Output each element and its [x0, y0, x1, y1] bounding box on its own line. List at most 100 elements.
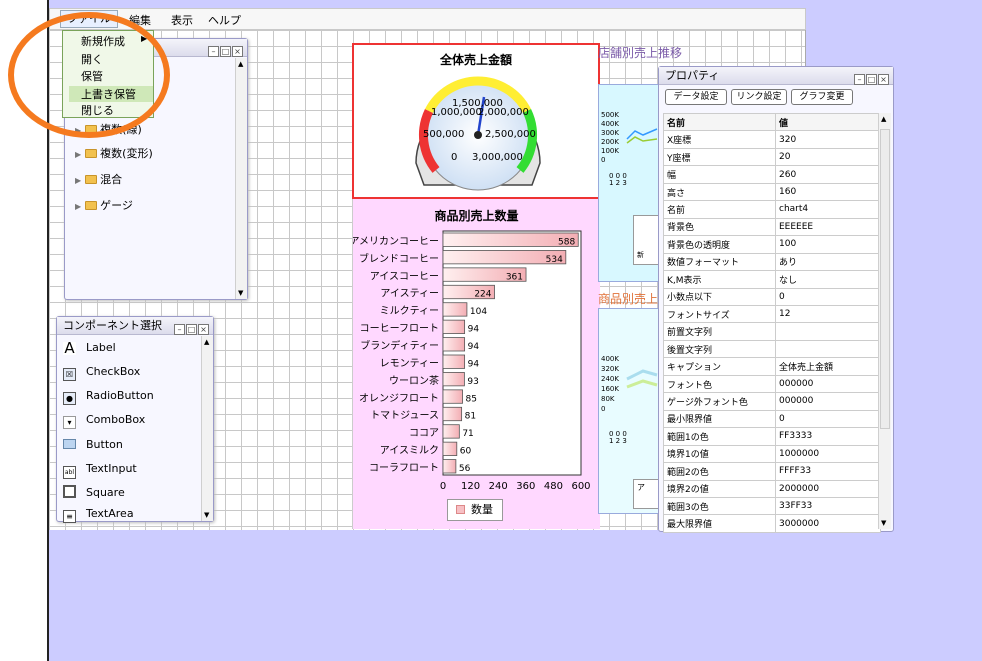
menu-view[interactable]: 表示 [171, 12, 193, 28]
property-value[interactable]: 12 [775, 304, 881, 324]
property-row[interactable]: 最小限界値 0 [663, 409, 881, 429]
property-row[interactable]: ゲージ外フォント色 000000 [663, 392, 881, 411]
property-value[interactable]: 260 [775, 165, 881, 184]
component-textarea[interactable]: ≡ TextArea [63, 507, 134, 525]
change-graph-button[interactable]: グラフ変更 [791, 89, 853, 105]
component-checkbox[interactable]: ☒ CheckBox [63, 365, 140, 383]
property-value[interactable]: なし [775, 270, 881, 289]
property-value[interactable]: 1000000 [775, 444, 881, 464]
restore-icon[interactable]: □ [866, 74, 877, 85]
data-settings-button[interactable]: データ設定 [665, 89, 727, 105]
menu-item-open[interactable]: 開く [81, 51, 103, 67]
property-value[interactable]: 320 [775, 130, 881, 149]
component-label[interactable]: A Label [63, 341, 116, 359]
property-value[interactable]: FF3333 [775, 427, 881, 446]
menu-help[interactable]: ヘルプ [208, 12, 241, 28]
property-row[interactable]: 数値フォーマット あり [663, 252, 881, 272]
property-row[interactable]: 名前 chart4 [663, 200, 881, 219]
property-row[interactable]: 高さ 160 [663, 182, 881, 202]
menu-edit[interactable]: 編集 [129, 12, 151, 28]
property-row[interactable]: 最大限界値 3000000 [663, 514, 881, 533]
property-row[interactable]: 範囲1の色 FF3333 [663, 427, 881, 446]
property-value[interactable]: 000000 [775, 392, 881, 411]
property-value[interactable]: 3000000 [775, 514, 881, 533]
property-row[interactable]: フォント色 000000 [663, 374, 881, 394]
close-icon[interactable]: × [198, 324, 209, 335]
tree-item-mixed[interactable]: ▶ 混合 [75, 171, 122, 187]
link-settings-button[interactable]: リンク設定 [731, 89, 787, 105]
property-row[interactable]: 小数点以下 0 [663, 287, 881, 306]
menu-item-close[interactable]: 閉じる [81, 102, 114, 118]
component-button[interactable]: Button [63, 438, 123, 456]
bar-chart[interactable]: 商品別売上数量 アメリカンコーヒー 588 ブレンドコーヒー 534 アイスコーヒー 36… [352, 199, 600, 529]
menu-item-save[interactable]: 保管 [81, 68, 103, 84]
component-combobox[interactable]: ▾ ComboBox [63, 413, 145, 431]
expand-arrow-icon[interactable]: ▶ [75, 202, 81, 211]
property-value[interactable] [775, 339, 881, 359]
restore-icon[interactable]: □ [220, 46, 231, 57]
property-value[interactable]: chart4 [775, 200, 881, 219]
component-radiobutton[interactable]: ● RadioButton [63, 389, 154, 407]
property-value[interactable] [775, 322, 881, 341]
scroll-up-icon[interactable]: ▲ [204, 338, 209, 346]
expand-arrow-icon[interactable]: ▶ [75, 176, 81, 185]
menu-item-new[interactable]: 新規作成 ▶ [81, 33, 147, 49]
component-scrollbar[interactable]: ▲ ▼ [201, 336, 213, 521]
property-value[interactable]: EEEEEE [775, 217, 881, 237]
property-value[interactable]: 160 [775, 182, 881, 202]
property-row[interactable]: 範囲2の色 FFFF33 [663, 462, 881, 481]
property-row[interactable]: K,M表示 なし [663, 270, 881, 289]
property-value[interactable]: 0 [775, 409, 881, 429]
component-textinput[interactable]: abl TextInput [63, 462, 137, 480]
minimize-icon[interactable]: – [174, 324, 185, 335]
property-row[interactable]: キャプション 全体売上金額 [663, 357, 881, 376]
restore-icon[interactable]: □ [186, 324, 197, 335]
property-row[interactable]: 境界2の値 2000000 [663, 479, 881, 498]
scroll-thumb[interactable] [880, 129, 890, 429]
tree-item-multi-variant[interactable]: ▶ 複数(変形) [75, 145, 153, 161]
property-name: 小数点以下 [663, 287, 776, 306]
property-row[interactable]: 範囲3の色 33FF33 [663, 496, 881, 516]
scroll-down-icon[interactable]: ▼ [238, 289, 243, 297]
property-value[interactable]: 000000 [775, 374, 881, 394]
component-square[interactable]: Square [63, 485, 125, 503]
value-label: 224 [474, 290, 491, 300]
property-value[interactable]: 0 [775, 287, 881, 306]
property-value[interactable]: 33FF33 [775, 496, 881, 516]
menu-file[interactable]: ファイル [60, 10, 118, 28]
minimize-icon[interactable]: – [854, 74, 865, 85]
property-value[interactable]: 100 [775, 235, 881, 254]
properties-panel: プロパティ – □ × データ設定 リンク設定 グラフ変更 名前 値 X座標 320 Y… [658, 66, 894, 533]
property-value[interactable]: FFFF33 [775, 462, 881, 481]
expand-arrow-icon[interactable]: ▶ [75, 150, 81, 159]
property-row[interactable]: 前置文字列 [663, 322, 881, 341]
property-row[interactable]: 境界1の値 1000000 [663, 444, 881, 464]
properties-scrollbar[interactable]: ▲ ▼ [878, 113, 891, 529]
property-value[interactable]: 全体売上金額 [775, 357, 881, 376]
property-row[interactable]: 後置文字列 [663, 339, 881, 359]
scroll-down-icon[interactable]: ▼ [881, 519, 886, 527]
menu-item-overwrite-save[interactable]: 上書き保管 [69, 86, 153, 102]
scroll-up-icon[interactable]: ▲ [881, 115, 886, 123]
minimize-icon[interactable]: – [208, 46, 219, 57]
close-icon[interactable]: × [878, 74, 889, 85]
property-row[interactable]: 背景色 EEEEEE [663, 217, 881, 237]
store-trend-chart[interactable]: 500K 400K 300K 200K 100K 0 0 0 0 1 2 3 新 [598, 84, 660, 282]
property-value[interactable]: あり [775, 252, 881, 272]
property-value[interactable]: 20 [775, 147, 881, 167]
tree-item-multi-line[interactable]: ▶ 複数(線) [75, 121, 142, 137]
property-row[interactable]: X座標 320 [663, 130, 881, 149]
product-sales-chart[interactable]: 400K 320K 240K 160K 80K 0 0 0 0 1 2 3 ア [598, 308, 660, 514]
property-row[interactable]: Y座標 20 [663, 147, 881, 167]
property-row[interactable]: フォントサイズ 12 [663, 304, 881, 324]
close-icon[interactable]: × [232, 46, 243, 57]
property-row[interactable]: 幅 260 [663, 165, 881, 184]
scroll-up-icon[interactable]: ▲ [238, 60, 243, 68]
property-row[interactable]: 背景色の透明度 100 [663, 235, 881, 254]
scroll-down-icon[interactable]: ▼ [204, 511, 209, 519]
tree-scrollbar[interactable]: ▲ ▼ [235, 58, 247, 299]
expand-arrow-icon[interactable]: ▶ [75, 126, 81, 135]
tree-item-gauge[interactable]: ▶ ゲージ [75, 197, 133, 213]
property-value[interactable]: 2000000 [775, 479, 881, 498]
gauge-chart[interactable]: 全体売上金額 1,500,000 1,000,000 2,000,000 500… [352, 43, 600, 199]
